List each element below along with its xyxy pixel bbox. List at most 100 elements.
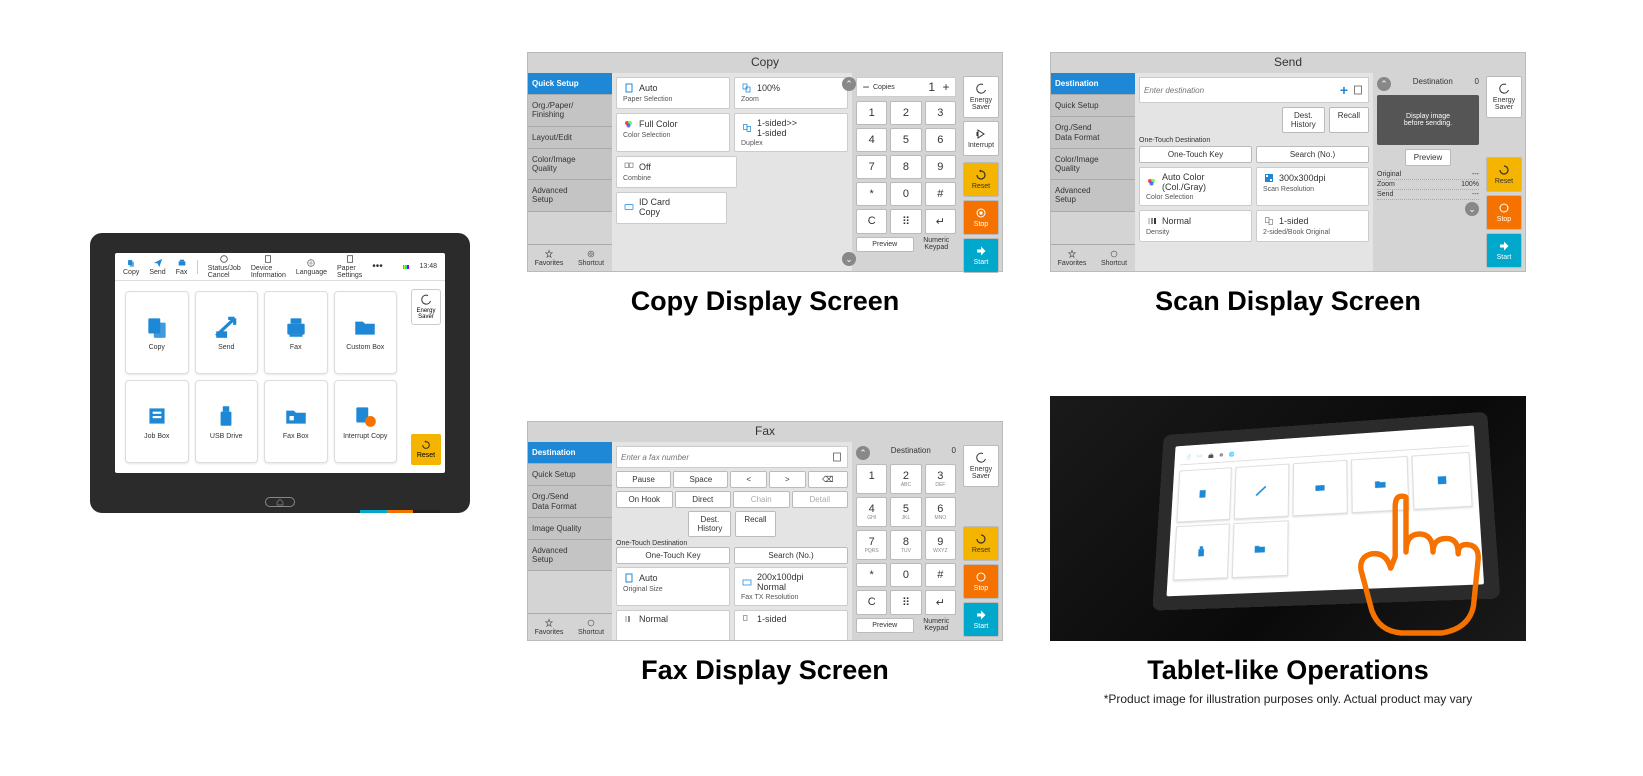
key-hash[interactable]: # xyxy=(925,563,956,587)
tab-quick-setup[interactable]: Quick Setup xyxy=(528,73,612,95)
preview-button[interactable]: Preview xyxy=(856,237,914,252)
tab-org-send-data-format[interactable]: Org./Send Data Format xyxy=(528,486,612,517)
key-3[interactable]: 3 xyxy=(925,101,956,125)
add-destination-icon[interactable]: + xyxy=(1340,82,1348,98)
key-6[interactable]: 6 xyxy=(925,128,956,152)
key-8[interactable]: 8 xyxy=(890,155,921,179)
tab-org-send-data-format[interactable]: Org./Send Data Format xyxy=(1051,117,1135,148)
backspace-button[interactable]: ⌫ xyxy=(808,471,848,488)
favorites-button[interactable]: Favorites xyxy=(528,245,570,271)
detail-button[interactable]: Detail xyxy=(792,491,849,508)
tile-combine[interactable]: OffCombine xyxy=(616,156,737,188)
key-9[interactable]: 9 xyxy=(925,155,956,179)
copies-plus[interactable]: + xyxy=(939,80,953,94)
key-7[interactable]: 7PQRS xyxy=(856,530,887,560)
scroll-up-icon[interactable]: ⌃ xyxy=(856,446,870,460)
tile-original-size[interactable]: AutoOriginal Size xyxy=(616,567,730,606)
key-star[interactable]: * xyxy=(856,182,887,206)
energy-saver-button[interactable]: Energy Saver xyxy=(963,445,999,487)
stop-button[interactable]: Stop xyxy=(963,564,999,599)
reset-button[interactable]: Reset xyxy=(1486,157,1522,192)
tab-advanced-setup[interactable]: Advanced Setup xyxy=(1051,180,1135,211)
shortcut-button[interactable]: Shortcut xyxy=(570,245,612,271)
tile-scan-resolution[interactable]: 300x300dpiScan Resolution xyxy=(1256,167,1369,206)
tile-color-selection[interactable]: Full ColorColor Selection xyxy=(616,113,730,152)
key-3[interactable]: 3DEF xyxy=(925,464,956,494)
scroll-down-icon[interactable]: ⌄ xyxy=(1465,202,1479,216)
onetouch-key-button[interactable]: One-Touch Key xyxy=(1139,146,1252,163)
cursor-right-button[interactable]: > xyxy=(769,471,806,488)
tile-paper-selection[interactable]: AutoPaper Selection xyxy=(616,77,730,109)
direct-button[interactable]: Direct xyxy=(675,491,732,508)
key-clear[interactable]: C xyxy=(856,590,887,615)
tab-quick-setup[interactable]: Quick Setup xyxy=(1051,95,1135,117)
key-8[interactable]: 8TUV xyxy=(890,530,921,560)
reset-button[interactable]: Reset xyxy=(963,526,999,561)
toolbar-send[interactable]: Send xyxy=(149,258,165,276)
energy-saver-button[interactable]: Energy Saver xyxy=(411,289,441,325)
key-hash[interactable]: # xyxy=(925,182,956,206)
key-star[interactable]: * xyxy=(856,563,887,587)
key-enter[interactable]: ↵ xyxy=(925,209,956,234)
shortcut-button[interactable]: Shortcut xyxy=(570,614,612,640)
key-0[interactable]: 0 xyxy=(890,182,921,206)
stop-button[interactable]: Stop xyxy=(1486,195,1522,230)
key-grid[interactable]: ⠿ xyxy=(890,209,921,234)
addressbook-icon[interactable] xyxy=(831,451,843,463)
tab-org-paper-finishing[interactable]: Org./Paper/ Finishing xyxy=(528,95,612,126)
preview-button[interactable]: Preview xyxy=(1405,149,1451,166)
toolbar-fax[interactable]: Fax xyxy=(176,258,188,276)
tile-send[interactable]: Send xyxy=(195,291,259,374)
toolbar-paper-settings[interactable]: Paper Settings xyxy=(337,254,362,279)
chain-button[interactable]: Chain xyxy=(733,491,790,508)
addressbook-icon[interactable] xyxy=(1352,84,1364,96)
tile-copy[interactable]: Copy xyxy=(125,291,189,374)
destination-input-bar[interactable]: + xyxy=(1139,77,1369,103)
key-2[interactable]: 2 xyxy=(890,101,921,125)
pause-button[interactable]: Pause xyxy=(616,471,671,488)
key-9[interactable]: 9WXYZ xyxy=(925,530,956,560)
scroll-up-icon[interactable]: ⌃ xyxy=(1377,77,1391,91)
tab-destination[interactable]: Destination xyxy=(1051,73,1135,95)
dest-history-button[interactable]: Dest. History xyxy=(1282,107,1325,133)
reset-button[interactable]: Reset xyxy=(963,162,999,197)
toolbar-more[interactable]: ••• xyxy=(372,261,383,272)
toolbar-device-info[interactable]: Device Information xyxy=(251,254,286,279)
cursor-left-button[interactable]: < xyxy=(730,471,767,488)
tile-job-box[interactable]: Job Box xyxy=(125,380,189,463)
scroll-up-icon[interactable]: ⌃ xyxy=(842,77,856,91)
key-1[interactable]: 1 xyxy=(856,464,887,494)
key-0[interactable]: 0 xyxy=(890,563,921,587)
tile-custom-box[interactable]: Custom Box xyxy=(334,291,398,374)
fax-number-input-bar[interactable] xyxy=(616,446,848,468)
favorites-button[interactable]: Favorites xyxy=(528,614,570,640)
key-1[interactable]: 1 xyxy=(856,101,887,125)
destination-input[interactable] xyxy=(1144,86,1336,95)
tab-color-image-quality[interactable]: Color/Image Quality xyxy=(528,149,612,180)
fax-number-input[interactable] xyxy=(621,453,827,462)
key-6[interactable]: 6MNO xyxy=(925,497,956,527)
search-no-button[interactable]: Search (No.) xyxy=(734,547,848,564)
key-4[interactable]: 4GHI xyxy=(856,497,887,527)
tab-layout-edit[interactable]: Layout/Edit xyxy=(528,127,612,149)
tile-color-selection[interactable]: Auto Color (Col./Gray)Color Selection xyxy=(1139,167,1252,206)
onetouch-key-button[interactable]: One-Touch Key xyxy=(616,547,730,564)
tile-fax-box[interactable]: Fax Box xyxy=(264,380,328,463)
toolbar-status[interactable]: Status/Job Cancel xyxy=(208,254,241,279)
start-button[interactable]: Start xyxy=(963,238,999,273)
tile-fax[interactable]: Fax xyxy=(264,291,328,374)
tile-id-card-copy[interactable]: ID Card Copy xyxy=(616,192,727,224)
toolbar-language[interactable]: Language xyxy=(296,258,327,276)
tile-density[interactable]: NormalDensity xyxy=(1139,210,1252,242)
energy-saver-button[interactable]: Energy Saver xyxy=(963,76,999,118)
start-button[interactable]: Start xyxy=(1486,233,1522,268)
home-button[interactable] xyxy=(265,497,295,507)
key-4[interactable]: 4 xyxy=(856,128,887,152)
key-7[interactable]: 7 xyxy=(856,155,887,179)
reset-button[interactable]: Reset xyxy=(411,434,441,465)
preview-button[interactable]: Preview xyxy=(856,618,914,633)
tile-2sided[interactable]: 1-sided xyxy=(734,610,848,640)
tile-fax-resolution[interactable]: 200x100dpi NormalFax TX Resolution xyxy=(734,567,848,606)
onhook-button[interactable]: On Hook xyxy=(616,491,673,508)
key-grid[interactable]: ⠿ xyxy=(890,590,921,615)
